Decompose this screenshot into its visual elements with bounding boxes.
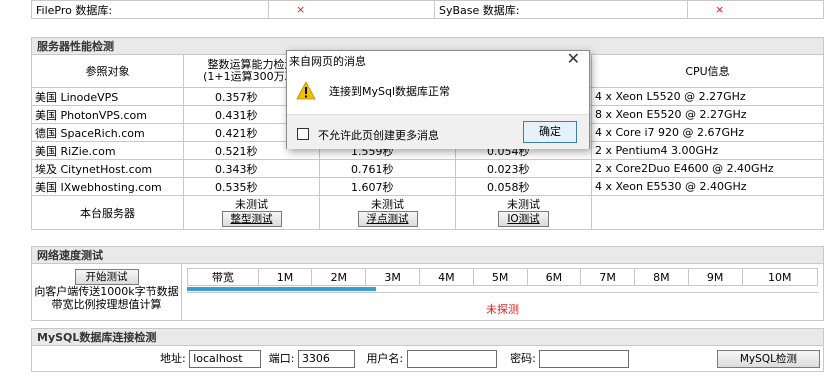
scale-tick: 1M: [257, 268, 313, 286]
dialog-title: 来自网页的消息: [289, 55, 366, 68]
cpu-value: 4 x Core i7 920 @ 2.67GHz: [591, 123, 824, 142]
suppress-checkbox-label[interactable]: 不允许此页创建更多消息: [318, 127, 439, 143]
local-server-row: 本台服务器 未测试 整型测试 未测试 浮点测试 未测试 IO测试: [31, 195, 824, 230]
pwd-label: 密码:: [510, 351, 536, 365]
int-test-cell: 未测试 整型测试: [183, 195, 320, 230]
net-meter-cell: 带宽 1M 2M 3M 4M 5M 6M 7M 8M 9M 10M 未探测: [181, 263, 824, 321]
net-table: 网络速度测试 开始测试 向客户端传送1000k字节数据 带宽比例按理想值计算 带…: [31, 246, 824, 321]
int-untested: 未测试: [235, 198, 268, 211]
scale-tick: 2M: [311, 268, 367, 286]
int-value: 0.535秒: [183, 177, 320, 196]
scale-tick: 6M: [526, 268, 582, 286]
user-label: 用户名:: [366, 351, 404, 365]
db-table: FilePro 数据库: × SyBase 数据库: ×: [31, 0, 824, 19]
warning-icon: [296, 81, 316, 100]
mysql-table: MySQL数据库连接检测 地址: localhost 端口: 3306 用户名:…: [31, 328, 824, 372]
float-test-button[interactable]: 浮点测试: [357, 211, 418, 227]
ref-name: 美国 RiZie.com: [31, 141, 184, 160]
cpu-value: 8 x Xeon E5520 @ 2.27GHz: [591, 105, 824, 124]
dialog-footer: 不允许此页创建更多消息 确定: [287, 114, 589, 149]
ref-name: 埃及 CitynetHost.com: [31, 159, 184, 178]
float-value: 0.761秒: [319, 159, 456, 178]
mysql-test-button[interactable]: MySQL检测: [716, 349, 820, 368]
float-untested: 未测试: [371, 198, 404, 211]
ref-name: 美国 LinodeVPS: [31, 87, 184, 106]
scale-tick: 7M: [580, 268, 636, 286]
addr-input[interactable]: localhost: [189, 349, 262, 368]
start-test-button[interactable]: 开始测试: [74, 269, 139, 285]
ref-name: 美国 IXwebhosting.com: [31, 177, 184, 196]
filepro-label: FilePro 数据库:: [31, 0, 269, 19]
scale-tick: 10M: [741, 268, 819, 286]
float-test-cell: 未测试 浮点测试: [319, 195, 456, 230]
net-control-cell: 开始测试 向客户端传送1000k字节数据 带宽比例按理想值计算: [31, 263, 182, 321]
scale-tick: 8M: [634, 268, 689, 286]
bandwidth-label: 带宽: [187, 268, 259, 286]
local-server-label: 本台服务器: [31, 195, 184, 230]
io-value: 0.023秒: [455, 159, 592, 178]
suppress-checkbox[interactable]: [297, 128, 309, 140]
io-untested: 未测试: [507, 198, 540, 211]
ref-name: 德国 SpaceRich.com: [31, 123, 184, 142]
message-dialog: 来自网页的消息 ✕ 连接到MySql数据库正常 不允许此页创建更多消息 确定: [286, 49, 590, 149]
table-row: 美国 IXwebhosting.com 0.535秒 1.607秒 0.058秒…: [31, 177, 824, 196]
sybase-label: SyBase 数据库:: [434, 0, 688, 19]
col-ref-header: 参照对象: [31, 54, 184, 88]
user-input[interactable]: [406, 349, 497, 368]
net-section-title: 网络速度测试: [31, 246, 824, 264]
ok-button[interactable]: 确定: [523, 121, 577, 143]
net-desc-1: 向客户端传送1000k字节数据: [34, 285, 179, 298]
filepro-status: ×: [268, 0, 435, 19]
int-test-button[interactable]: 整型测试: [221, 211, 282, 227]
dialog-message: 连接到MySql数据库正常: [329, 85, 451, 98]
port-input[interactable]: 3306: [297, 349, 355, 368]
scale-tick: 3M: [365, 268, 420, 286]
ref-name: 美国 PhotonVPS.com: [31, 105, 184, 124]
speed-progress-track: [187, 286, 818, 293]
cpu-value: 4 x Xeon E5530 @ 2.40GHz: [591, 177, 824, 196]
io-test-cell: 未测试 IO测试: [455, 195, 592, 230]
scale-tick: 9M: [687, 268, 743, 286]
close-icon[interactable]: ✕: [567, 49, 580, 68]
bandwidth-scale: 带宽 1M 2M 3M 4M 5M 6M 7M 8M 9M 10M: [187, 268, 819, 286]
net-desc-2: 带宽比例按理想值计算: [51, 298, 162, 311]
mysql-section-title: MySQL数据库连接检测: [31, 328, 824, 346]
io-test-button[interactable]: IO测试: [498, 211, 549, 227]
cpu-value: 2 x Core2Duo E4600 @ 2.40GHz: [591, 159, 824, 178]
io-value: 0.058秒: [455, 177, 592, 196]
float-value: 1.607秒: [319, 177, 456, 196]
int-value: 0.343秒: [183, 159, 320, 178]
port-label: 端口:: [268, 351, 295, 365]
cpu-value: 4 x Xeon L5520 @ 2.27GHz: [591, 87, 824, 106]
sybase-status: ×: [687, 0, 824, 19]
scale-tick: 4M: [418, 268, 474, 286]
dialog-body: 连接到MySql数据库正常: [287, 71, 589, 111]
speed-progress-bar: [187, 287, 377, 291]
table-row: 埃及 CitynetHost.com 0.343秒 0.761秒 0.023秒 …: [31, 159, 824, 178]
col-cpu-header: CPU信息: [591, 54, 824, 88]
mysql-form-cell: 地址: localhost 端口: 3306 用户名: 密码: MySQL检测: [31, 345, 824, 372]
addr-label: 地址:: [160, 351, 186, 365]
local-cpu-cell: [591, 195, 824, 230]
scale-tick: 5M: [472, 268, 528, 286]
cpu-value: 2 x Pentium4 3.00GHz: [591, 141, 824, 160]
pwd-input[interactable]: [539, 349, 630, 368]
speed-status: 未探测: [486, 303, 519, 316]
